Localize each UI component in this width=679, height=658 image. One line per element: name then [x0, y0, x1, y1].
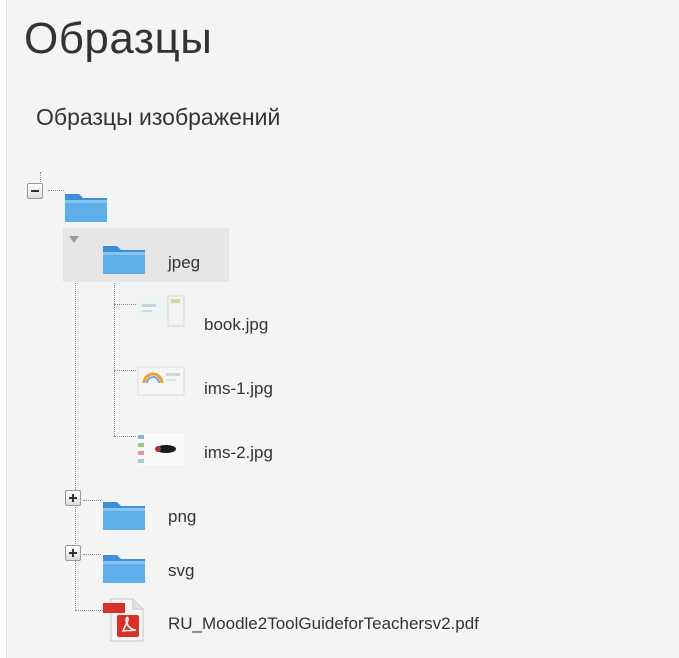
collapse-root-toggle[interactable]: [27, 183, 43, 199]
folder-icon: [65, 194, 107, 222]
image-thumbnail-icon: [137, 366, 185, 396]
folder-label-png[interactable]: png: [168, 507, 196, 527]
expand-svg-toggle[interactable]: [65, 545, 81, 561]
page-title: Образцы: [24, 14, 213, 63]
svg-folder-icon[interactable]: [101, 549, 147, 585]
folder-label-svg[interactable]: svg: [168, 561, 194, 581]
root-folder-icon[interactable]: [63, 188, 109, 224]
ims-1-jpg-thumbnail[interactable]: [136, 363, 186, 399]
tree-connector: [114, 370, 136, 371]
folder-icon: [103, 246, 145, 274]
jpeg-folder-icon[interactable]: [101, 240, 147, 276]
tree-connector: [75, 610, 103, 611]
folder-label-jpeg[interactable]: jpeg: [168, 253, 200, 273]
section-title: Образцы изображений: [36, 104, 281, 130]
file-label-pdf[interactable]: RU_Moodle2ToolGuideforTeachersv2.pdf: [168, 614, 479, 634]
tree-connector: [114, 436, 136, 437]
file-label-ims-1-jpg[interactable]: ims-1.jpg: [204, 379, 273, 399]
folder-icon: [103, 502, 145, 530]
folder-icon: [103, 555, 145, 583]
file-label-ims-2-jpg[interactable]: ims-2.jpg: [204, 443, 273, 463]
file-label-book-jpg[interactable]: book.jpg: [204, 315, 268, 335]
image-thumbnail-icon: [138, 295, 185, 327]
book-jpg-thumbnail[interactable]: [136, 292, 186, 330]
tree-connector: [48, 190, 64, 191]
tree-connector: [114, 304, 136, 305]
expand-png-toggle[interactable]: [65, 490, 81, 506]
pdf-file-icon[interactable]: [101, 597, 145, 645]
tree-connector: [83, 500, 101, 501]
expand-caret-icon[interactable]: [69, 236, 79, 243]
image-thumbnail-icon: [138, 433, 184, 465]
tree-connector: [83, 554, 101, 555]
pdf-icon: [103, 598, 144, 642]
ims-2-jpg-thumbnail[interactable]: [136, 429, 186, 469]
png-folder-icon[interactable]: [101, 496, 147, 532]
tree-connector: [114, 283, 115, 436]
